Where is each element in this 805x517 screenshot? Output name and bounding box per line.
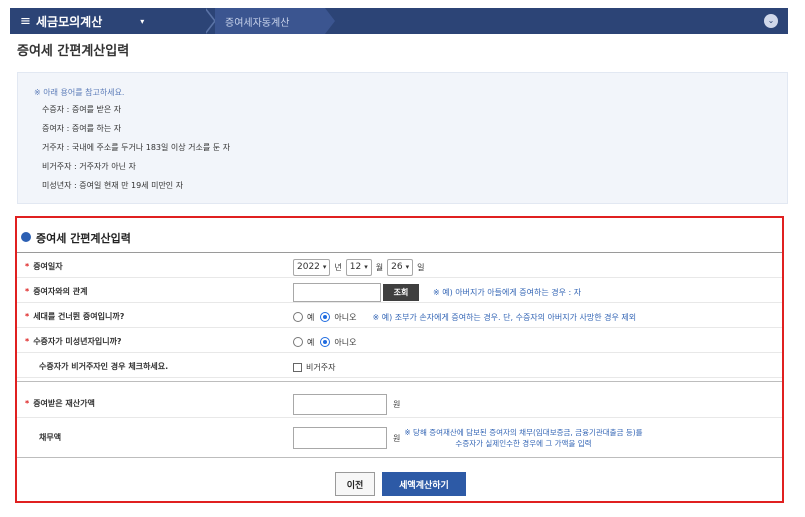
footer-divider (17, 457, 782, 458)
section-bullet-icon (21, 232, 31, 242)
simple-calculation-form: 증여세 간편계산입력 * 증여일자 2022 ▾ 년 12 ▾ 월 26 ▾ 일 * 증여… (15, 216, 784, 503)
year-unit: 년 (334, 262, 342, 272)
generation-skip-no-label[interactable]: 아니오 (334, 312, 356, 323)
gift-date-row: * 증여일자 2022 ▾ 년 12 ▾ 월 26 ▾ 일 (17, 255, 782, 278)
form-header-divider (17, 252, 782, 253)
debt-row: 채무액 원 ※ 당해 증여재산에 담보된 증여자의 채무(임대보증금, 금융기관… (17, 422, 782, 454)
property-value-controls: 원 (293, 393, 401, 415)
minor-controls: 예 아니오 (293, 333, 362, 351)
month-unit: 월 (375, 262, 384, 272)
notice-line: 거주자 : 국내에 주소를 두거나 183일 이상 거소를 둔 자 (42, 143, 231, 152)
hamburger-icon[interactable]: ≡ (20, 14, 34, 29)
property-value-label-text: 증여받은 재산가액 (33, 399, 95, 408)
debt-input[interactable] (293, 427, 387, 449)
required-marker: * (25, 287, 30, 296)
required-marker: * (25, 399, 30, 408)
property-value-row: * 증여받은 재산가액 원 (17, 392, 782, 418)
day-unit: 일 (417, 262, 425, 272)
gift-date-controls: 2022 ▾ 년 12 ▾ 월 26 ▾ 일 (293, 258, 428, 276)
app-menu-dropdown-icon[interactable]: ▾ (140, 17, 144, 26)
required-marker: * (25, 312, 30, 321)
minor-row: * 수증자가 미성년자입니까? 예 아니오 (17, 330, 782, 353)
debt-hint-line: ※ 당해 증여재산에 담보된 증여자의 채무(임대보증금, 금융기관대출금 등)… (404, 428, 643, 437)
relation-label: * 증여자와의 관계 (25, 286, 88, 297)
breadcrumb-separator-fill (204, 8, 214, 34)
chevron-down-icon: ▾ (364, 263, 368, 271)
debt-controls: 원 ※ 당해 증여재산에 담보된 증여자의 채무(임대보증금, 금융기관대출금 … (293, 426, 643, 450)
required-marker: * (25, 262, 30, 271)
relation-input[interactable] (293, 282, 381, 302)
generation-skip-hint: ※ 예) 조부가 손자에게 증여하는 경우. 단, 수증자의 아버지가 사망한 … (372, 312, 637, 322)
calculate-tax-button[interactable]: 세액계산하기 (382, 472, 466, 496)
generation-skip-row: * 세대를 건너뛴 증여입니까? 예 아니오 ※ 예) 조부가 손자에게 증여하는… (17, 305, 782, 328)
minor-yes-label[interactable]: 예 (307, 337, 314, 348)
top-navigation-bar: ≡ 세금모의계산 ▾ 증여세자동계산 ⌄ (10, 8, 788, 34)
minor-no-radio[interactable] (320, 337, 331, 347)
chevron-down-icon: ▾ (405, 263, 410, 271)
generation-skip-yes-radio[interactable] (293, 312, 303, 322)
relation-row: * 증여자와의 관계 조회 ※ 예) 아버지가 아들에게 증여하는 경우 : 자 (17, 280, 782, 303)
app-title[interactable]: 세금모의계산 (36, 13, 102, 30)
day-select[interactable]: 26 ▾ (387, 258, 414, 276)
breadcrumb-end-arrow (325, 8, 335, 34)
generation-skip-label: * 세대를 건너뛴 증여입니까? (25, 311, 124, 322)
terminology-notice: ※ 아래 용어를 참고하세요. 수증자 : 증여를 받은 자 증여자 : 증여를… (17, 72, 788, 204)
non-resident-label: 수증자가 비거주자인 경우 체크하세요. (39, 362, 169, 371)
minor-yes-radio[interactable] (293, 337, 303, 347)
debt-hint: ※ 당해 증여재산에 담보된 증여자의 채무(임대보증금, 금융기관대출금 등)… (404, 427, 642, 449)
chevron-down-icon: ▾ (322, 263, 327, 271)
previous-button[interactable]: 이전 (335, 472, 375, 496)
non-resident-row: 수증자가 비거주자인 경우 체크하세요. 비거주자 (17, 355, 782, 378)
generation-skip-no-radio[interactable] (320, 312, 331, 322)
relation-hint: ※ 예) 아버지가 아들에게 증여하는 경우 : 자 (433, 287, 582, 297)
relation-label-text: 증여자와의 관계 (33, 287, 88, 296)
month-value: 12 (349, 262, 362, 272)
year-select[interactable]: 2022 ▾ (293, 258, 331, 276)
breadcrumb-current[interactable]: 증여세자동계산 (225, 14, 289, 29)
debt-label: 채무액 (39, 433, 62, 442)
notice-line: 수증자 : 증여를 받은 자 (42, 105, 122, 114)
relation-search-button[interactable]: 조회 (383, 283, 419, 301)
notice-line: 비거주자 : 거주자가 아닌 자 (42, 162, 136, 171)
property-value-label: * 증여받은 재산가액 (25, 398, 95, 409)
minor-no-label[interactable]: 아니오 (334, 337, 356, 348)
minor-label-text: 수증자가 미성년자입니까? (33, 337, 122, 346)
debt-hint-line: 수증자가 실제인수한 경우에 그 가액을 입력 (455, 439, 592, 448)
form-title: 증여세 간편계산입력 (36, 232, 131, 245)
property-value-input[interactable] (293, 393, 387, 415)
relation-controls: 조회 ※ 예) 아버지가 아들에게 증여하는 경우 : 자 (293, 282, 582, 302)
non-resident-checkbox-label[interactable]: 비거주자 (306, 362, 335, 373)
gift-date-label: * 증여일자 (25, 261, 63, 272)
day-value: 26 (391, 262, 403, 272)
page-title: 증여세 간편계산입력 (17, 44, 130, 59)
required-marker: * (25, 337, 30, 346)
notice-line: 증여자 : 증여를 하는 자 (42, 124, 122, 133)
gift-date-label-text: 증여일자 (33, 262, 63, 271)
section-divider (17, 381, 782, 382)
non-resident-checkbox[interactable] (293, 362, 302, 372)
chevron-down-circle-icon[interactable]: ⌄ (764, 14, 778, 28)
year-value: 2022 (297, 262, 320, 272)
property-value-unit: 원 (393, 399, 401, 409)
notice-line: 미성년자 : 증여일 현재 만 19세 미만인 자 (42, 181, 184, 190)
generation-skip-yes-label[interactable]: 예 (307, 312, 314, 323)
debt-unit: 원 (393, 433, 401, 443)
generation-skip-controls: 예 아니오 ※ 예) 조부가 손자에게 증여하는 경우. 단, 수증자의 아버지… (293, 308, 636, 326)
generation-skip-label-text: 세대를 건너뛴 증여입니까? (33, 312, 125, 321)
notice-heading: ※ 아래 용어를 참고하세요. (34, 88, 125, 97)
non-resident-controls: 비거주자 (293, 358, 335, 376)
minor-label: * 수증자가 미성년자입니까? (25, 336, 122, 347)
month-select[interactable]: 12 ▾ (345, 258, 372, 276)
